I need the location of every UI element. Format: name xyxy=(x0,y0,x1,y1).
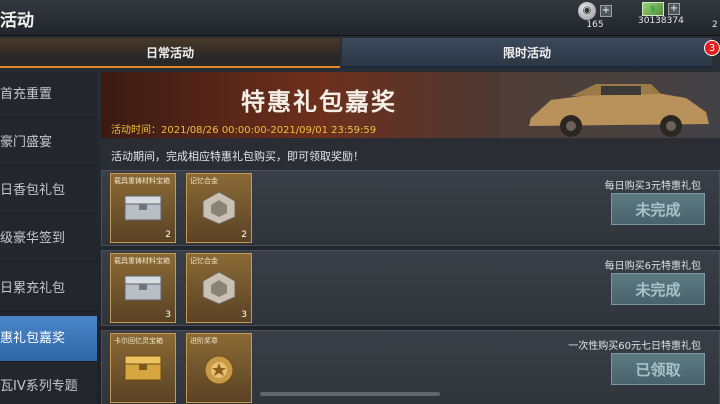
edge-resource-count: 2 xyxy=(712,20,718,30)
sidebar-item-luxury-signin[interactable]: 级豪华签到 xyxy=(0,216,97,262)
sidebar-item-special-pack-reward[interactable]: 惠礼包嘉奖 xyxy=(0,316,97,362)
add-money-button[interactable]: + xyxy=(667,3,680,15)
reward-item-card[interactable]: 记忆合金 2 xyxy=(186,173,252,243)
sidebar-item-daily-gift-pack[interactable]: 日香包礼包 xyxy=(0,168,97,214)
tab-daily-activities[interactable]: 日常活动 xyxy=(0,38,340,68)
money-resource: $ + 30138374 xyxy=(638,2,684,26)
alloy-icon xyxy=(202,191,236,225)
top-bar: 活动 ◉ + 165 $ + 30138374 2 xyxy=(0,0,720,36)
reward-item-card[interactable]: 卡尔回忆灵宝箱 xyxy=(110,333,176,403)
tab-limited-activities[interactable]: 限时活动 xyxy=(342,38,712,68)
reward-item-name: 记忆合金 xyxy=(190,177,218,185)
reward-item-card[interactable]: 载具重铸材料宝箱 2 xyxy=(110,173,176,243)
reward-item-name: 进阶奖章 xyxy=(190,337,218,345)
claim-status-button[interactable]: 未完成 xyxy=(611,273,705,305)
reward-row: 载具重铸材料宝箱 2 记忆合金 2 每日购买3元特惠礼包 未完成 xyxy=(101,170,720,246)
banner-title: 特惠礼包嘉奖 xyxy=(241,88,397,116)
event-time: 活动时间：2021/08/26 00:00:00-2021/09/01 23:5… xyxy=(111,125,377,136)
event-banner: 特惠礼包嘉奖 活动时间：2021/08/26 00:00:00-2021/09/… xyxy=(101,72,720,138)
money-count: 30138374 xyxy=(638,16,684,26)
reward-item-count: 3 xyxy=(241,310,247,320)
reward-row: 载具重铸材料宝箱 3 记忆合金 3 每日购买6元特惠礼包 未完成 xyxy=(101,250,720,326)
reward-condition: 每日购买6元特惠礼包 xyxy=(604,261,701,272)
sidebar-item-daily-recharge[interactable]: 日累充礼包 xyxy=(0,266,97,312)
sidebar-item-first-charge-reset[interactable]: 首充重置 xyxy=(0,72,97,118)
reward-item-card[interactable]: 进阶奖章 xyxy=(186,333,252,403)
claim-status-button[interactable]: 未完成 xyxy=(611,193,705,225)
notification-badge: 3 xyxy=(704,40,720,56)
sidebar-item-rich-feast[interactable]: 豪门盛宴 xyxy=(0,120,97,166)
medal-icon xyxy=(204,355,234,385)
sidebar-item-series-topic[interactable]: 瓦IV系列专题 xyxy=(0,364,97,404)
reward-item-name: 卡尔回忆灵宝箱 xyxy=(114,337,163,345)
reward-item-card[interactable]: 记忆合金 3 xyxy=(186,253,252,323)
chest-icon xyxy=(124,275,162,301)
medal-resource: ◉ + 165 xyxy=(578,2,612,30)
reward-item-count: 2 xyxy=(165,230,171,240)
reward-item-name: 载具重铸材料宝箱 xyxy=(114,177,170,185)
reward-condition: 一次性购买60元七日特惠礼包 xyxy=(568,341,701,352)
gold-chest-icon xyxy=(124,355,162,381)
reward-item-card[interactable]: 载具重铸材料宝箱 3 xyxy=(110,253,176,323)
alloy-icon xyxy=(202,271,236,305)
reward-item-name: 记忆合金 xyxy=(190,257,218,265)
sidebar: 首充重置 豪门盛宴 日香包礼包 级豪华签到 日累充礼包 惠礼包嘉奖 瓦IV系列专… xyxy=(0,72,97,404)
reward-condition: 每日购买3元特惠礼包 xyxy=(604,181,701,192)
military-vehicle-image xyxy=(501,72,720,138)
activity-screen: 活动 ◉ + 165 $ + 30138374 2 日常活动 限时活动 3 首充重置… xyxy=(0,0,720,404)
reward-item-count: 3 xyxy=(165,310,171,320)
medal-icon: ◉ xyxy=(578,2,596,20)
chest-icon xyxy=(124,195,162,221)
add-medal-button[interactable]: + xyxy=(600,5,612,17)
reward-item-count: 2 xyxy=(241,230,247,240)
medal-count: 165 xyxy=(586,20,604,30)
reward-item-name: 载具重铸材料宝箱 xyxy=(114,257,170,265)
claim-status-button[interactable]: 已领取 xyxy=(611,353,705,385)
page-title: 活动 xyxy=(0,11,34,31)
tab-bar: 日常活动 限时活动 xyxy=(0,38,720,68)
cash-icon: $ xyxy=(641,2,664,16)
horizontal-scrollbar[interactable] xyxy=(260,392,440,396)
